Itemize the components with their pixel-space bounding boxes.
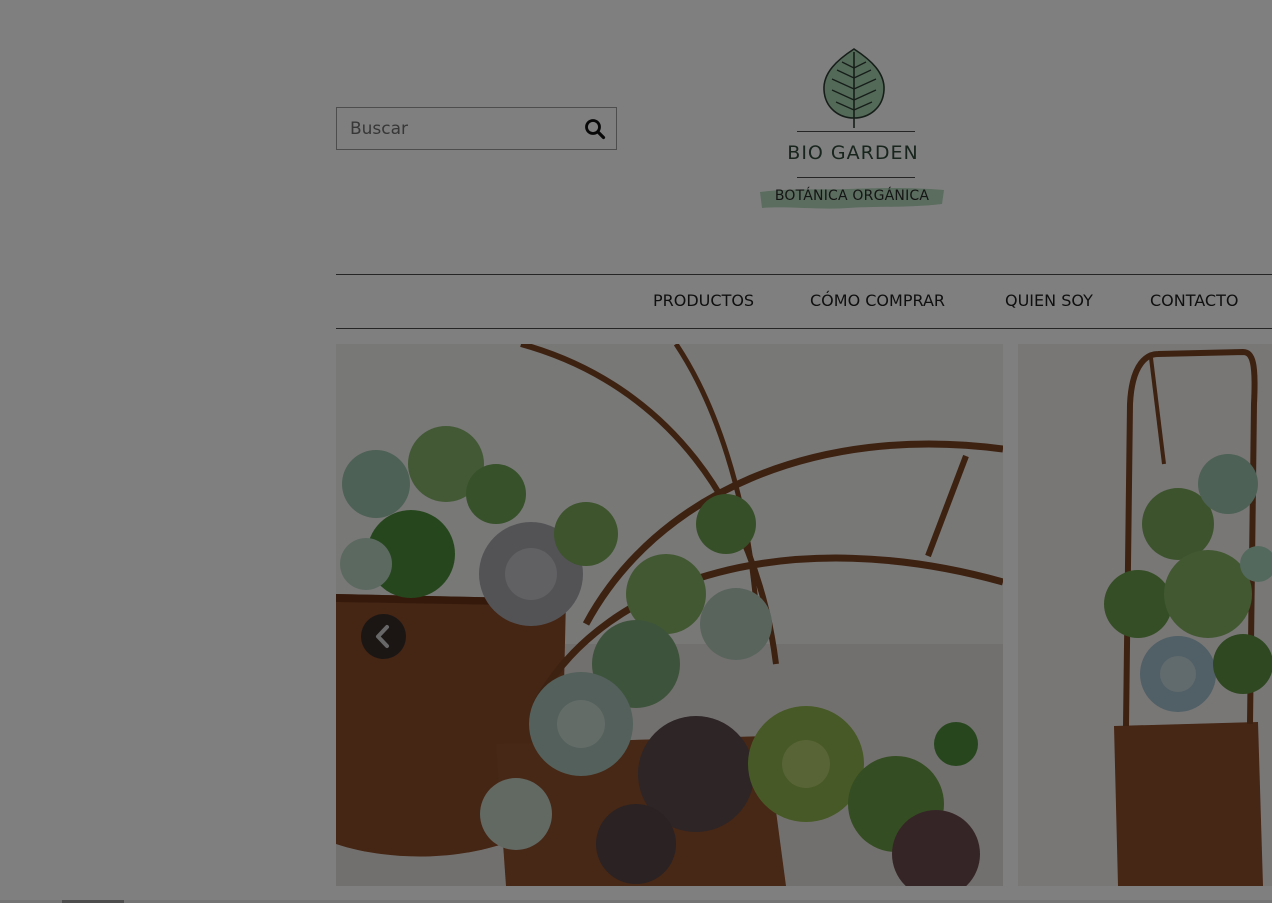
page: BIO GARDEN BOTÁNICA ORGÁNICA PRODUCTOS C…	[0, 0, 1272, 903]
modal-overlay[interactable]	[0, 0, 1272, 903]
